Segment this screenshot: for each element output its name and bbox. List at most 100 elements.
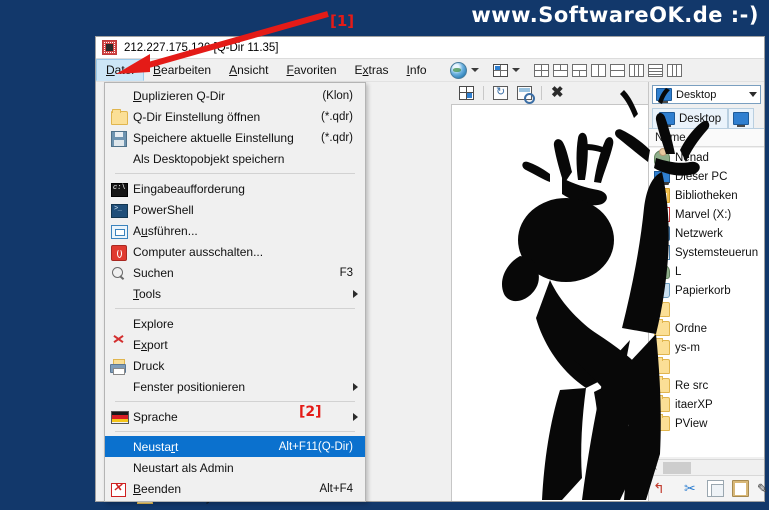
menuitem-computer-ausschalten[interactable]: Computer ausschalten... (105, 241, 365, 262)
list-item[interactable]: ys-m (649, 338, 764, 357)
menuitem-powershell[interactable]: PowerShell (105, 199, 365, 220)
list-item[interactable]: Systemsteuerun (649, 243, 764, 262)
menuitem-speichere-einstellung[interactable]: Speichere aktuelle Einstellung (*.qdr) (105, 127, 365, 148)
tab-new[interactable] (728, 108, 755, 128)
list-item[interactable]: Nenad (649, 148, 764, 167)
menu-info[interactable]: Info (398, 59, 436, 81)
menu-extras[interactable]: Extras (346, 59, 398, 81)
address-combobox[interactable]: Desktop (652, 85, 761, 104)
menuitem-einstellung-oeffnen[interactable]: Q-Dir Einstellung öffnen (*.qdr) (105, 106, 365, 127)
list-item[interactable]: Netzwerk (649, 224, 764, 243)
menu-separator (115, 173, 355, 174)
menuitem-accel: F3 (339, 266, 353, 279)
toolbar-divider (483, 86, 484, 100)
menuitem-sprache[interactable]: Sprache (105, 406, 365, 427)
menuitem-neustart[interactable]: Neustart Alt+F11(Q-Dir) (105, 436, 365, 457)
pane-three-column-icon[interactable] (628, 63, 644, 77)
menuitem-label: PowerShell (133, 202, 194, 217)
menu-favoriten[interactable]: Favoriten (277, 59, 345, 81)
item-label: Dieser PC (675, 170, 728, 183)
menu-ansicht[interactable]: Ansicht (220, 59, 277, 81)
monitor-icon (659, 112, 675, 127)
list-item[interactable]: L (649, 262, 764, 281)
pane-top-split-icon[interactable] (552, 63, 568, 77)
grid-view-icon[interactable] (459, 86, 474, 100)
menuitem-ausfuehren[interactable]: Ausführen... (105, 220, 365, 241)
address-label: Desktop (676, 88, 717, 101)
menuitem-beenden[interactable]: Beenden Alt+F4 (105, 478, 365, 499)
no-icon (107, 315, 133, 333)
no-icon (107, 285, 133, 303)
chevron-down-icon[interactable] (749, 92, 757, 97)
menuitem-tools[interactable]: Tools (105, 283, 365, 304)
menuitem-neustart-admin[interactable]: Neustart als Admin (105, 457, 365, 478)
undo-icon[interactable]: ↰ (653, 481, 668, 496)
menuitem-label: Als Desktopobjekt speichern (133, 151, 285, 166)
refresh-doc-icon[interactable] (493, 85, 508, 100)
horizontal-scrollbar[interactable]: ‹ (649, 459, 764, 475)
menuitem-label: Computer ausschalten... (133, 244, 264, 259)
menuitem-accel: (Klon) (322, 89, 353, 102)
menuitem-export[interactable]: Export (105, 334, 365, 355)
list-item[interactable] (649, 300, 764, 319)
menu-datei[interactable]: Datei (96, 59, 145, 81)
pane-horizontal-split-icon[interactable] (609, 63, 625, 77)
folder-icon (654, 338, 670, 355)
list-item[interactable]: Papierkorb (649, 281, 764, 300)
folder-open-icon (107, 108, 133, 126)
list-item[interactable]: Marvel (X:) (649, 205, 764, 224)
rename-icon[interactable]: ✎ (757, 481, 769, 496)
right-file-panel: Desktop Desktop Name Nenad Dieser PC Bib… (648, 82, 768, 501)
pane-single-icon[interactable] (666, 63, 682, 77)
menuitem-druck[interactable]: Druck (105, 355, 365, 376)
command-prompt-icon (107, 180, 133, 198)
list-item[interactable] (649, 357, 764, 376)
globe-chevron-down-icon[interactable] (470, 68, 479, 72)
list-item[interactable]: Bibliotheken (649, 186, 764, 205)
menu-bearbeiten[interactable]: Bearbeiten (144, 59, 220, 81)
run-icon (107, 222, 133, 240)
list-item[interactable]: itaerXP (649, 395, 764, 414)
list-item[interactable]: Ordne (649, 319, 764, 338)
pane-rows-icon[interactable] (647, 63, 663, 77)
globe-icon[interactable] (449, 61, 467, 79)
power-icon (107, 243, 133, 261)
column-header-name[interactable]: Name (649, 129, 764, 147)
menuitem-label: Speichere aktuelle Einstellung (133, 130, 294, 145)
copy-icon[interactable] (707, 480, 724, 497)
print-icon (107, 357, 133, 375)
scrollbar-thumb[interactable] (663, 461, 691, 474)
menu-separator-4 (115, 431, 355, 432)
menuitem-fenster-positionieren[interactable]: Fenster positionieren (105, 376, 365, 397)
cut-icon[interactable]: ✂ (684, 481, 699, 496)
menuitem-desktopobjekt[interactable]: Als Desktopobjekt speichern (105, 148, 365, 169)
submenu-arrow-icon (353, 289, 358, 298)
item-label: itaerXP (675, 398, 713, 411)
menuitem-suchen[interactable]: Suchen F3 (105, 262, 365, 283)
file-list-pane[interactable] (451, 104, 648, 501)
scroll-left-icon[interactable]: ‹ (649, 461, 662, 474)
pane-bottom-split-icon[interactable] (571, 63, 587, 77)
softwareok-watermark: www.SoftwareOK.de :-) (471, 3, 759, 27)
submenu-arrow-icon (353, 412, 358, 421)
close-pane-icon[interactable]: ✖ (551, 85, 564, 100)
pane-vertical-split-icon[interactable] (590, 63, 606, 77)
list-item[interactable]: Re src (649, 376, 764, 395)
folder-icon (654, 319, 670, 336)
app-icon (102, 40, 117, 55)
item-label: L (675, 265, 682, 278)
menuitem-duplizieren[interactable]: Duplizieren Q-Dir (Klon) (105, 85, 365, 106)
file-tree-list[interactable]: Nenad Dieser PC Bibliotheken Marvel (X:)… (649, 148, 764, 457)
pane-quad-icon[interactable] (492, 63, 508, 77)
list-item[interactable]: Dieser PC (649, 167, 764, 186)
pane-quad-alt-icon[interactable] (533, 63, 549, 77)
menuitem-explore[interactable]: Explore (105, 313, 365, 334)
item-label: Ordne (675, 322, 707, 335)
layout-chevron-down-icon[interactable] (511, 68, 520, 72)
paste-icon[interactable] (732, 480, 749, 497)
folder-icon (654, 395, 670, 412)
list-item[interactable]: PView (649, 414, 764, 433)
menuitem-eingabeaufforderung[interactable]: Eingabeaufforderung (105, 178, 365, 199)
preview-icon[interactable] (517, 86, 535, 104)
tab-desktop[interactable]: Desktop (652, 108, 729, 128)
